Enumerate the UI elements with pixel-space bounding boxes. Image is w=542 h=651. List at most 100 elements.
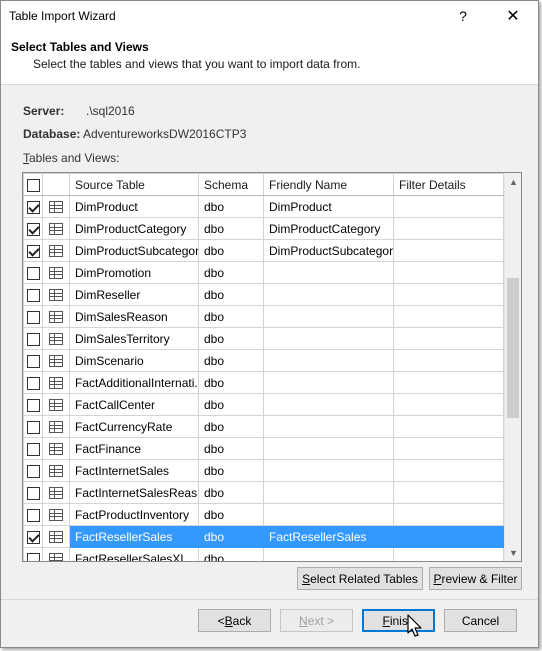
scrollbar-thumb[interactable] [507, 278, 519, 418]
source-table-cell[interactable]: FactProductInventory [69, 503, 199, 526]
row-checkbox[interactable] [26, 200, 40, 214]
row-checkbox[interactable] [26, 486, 40, 500]
finish-button[interactable]: Finish [362, 609, 435, 632]
grid-vertical-scrollbar[interactable]: ▲ ▼ [504, 173, 521, 561]
schema-cell[interactable]: dbo [198, 547, 264, 561]
filter-details-cell[interactable] [393, 437, 504, 460]
friendly-name-cell[interactable]: FactResellerSales [263, 525, 394, 548]
schema-cell[interactable]: dbo [198, 283, 264, 306]
source-table-cell[interactable]: DimPromotion [69, 261, 199, 284]
row-checkbox-cell[interactable] [23, 283, 43, 306]
row-checkbox[interactable] [26, 464, 40, 478]
filter-details-cell[interactable] [393, 283, 504, 306]
table-row[interactable]: DimProduct dbo DimProduct [23, 195, 504, 218]
filter-details-cell[interactable] [393, 503, 504, 526]
source-table-cell[interactable]: DimProductCategory [69, 217, 199, 240]
table-row[interactable]: FactCallCenter dbo [23, 393, 504, 416]
schema-cell[interactable]: dbo [198, 239, 264, 262]
filter-details-cell[interactable] [393, 371, 504, 394]
row-checkbox[interactable] [26, 420, 40, 434]
schema-cell[interactable]: dbo [198, 217, 264, 240]
table-row[interactable]: FactInternetSalesReas... dbo [23, 481, 504, 504]
row-checkbox-cell[interactable] [23, 349, 43, 372]
next-button[interactable]: Next > [280, 609, 353, 632]
filter-details-cell[interactable] [393, 261, 504, 284]
friendly-name-cell[interactable]: DimProduct [263, 195, 394, 218]
schema-cell[interactable]: dbo [198, 305, 264, 328]
column-header-source-table[interactable]: Source Table [69, 173, 199, 196]
row-checkbox-cell[interactable] [23, 525, 43, 548]
friendly-name-cell[interactable] [263, 349, 394, 372]
row-checkbox[interactable] [26, 244, 40, 258]
select-all-checkbox[interactable] [26, 178, 40, 192]
friendly-name-cell[interactable] [263, 415, 394, 438]
row-checkbox-cell[interactable] [23, 459, 43, 482]
source-table-cell[interactable]: DimProduct [69, 195, 199, 218]
friendly-name-cell[interactable]: DimProductSubcategory [263, 239, 394, 262]
scroll-up-icon[interactable]: ▲ [505, 173, 521, 190]
select-all-checkbox-header[interactable] [23, 173, 43, 196]
row-checkbox-cell[interactable] [23, 305, 43, 328]
row-checkbox-cell[interactable] [23, 481, 43, 504]
source-table-cell[interactable]: FactInternetSalesReas... [69, 481, 199, 504]
schema-cell[interactable]: dbo [198, 525, 264, 548]
row-checkbox-cell[interactable] [23, 327, 43, 350]
schema-cell[interactable]: dbo [198, 327, 264, 350]
schema-cell[interactable]: dbo [198, 261, 264, 284]
row-checkbox[interactable] [26, 288, 40, 302]
schema-cell[interactable]: dbo [198, 195, 264, 218]
table-row[interactable]: FactProductInventory dbo [23, 503, 504, 526]
row-checkbox[interactable] [26, 552, 40, 561]
row-checkbox-cell[interactable] [23, 195, 43, 218]
row-checkbox-cell[interactable] [23, 437, 43, 460]
row-checkbox[interactable] [26, 508, 40, 522]
friendly-name-cell[interactable] [263, 459, 394, 482]
help-icon[interactable]: ? [452, 5, 474, 27]
select-related-tables-button[interactable]: Select Related Tables [297, 567, 423, 590]
table-row[interactable]: DimSalesReason dbo [23, 305, 504, 328]
schema-cell[interactable]: dbo [198, 437, 264, 460]
friendly-name-cell[interactable] [263, 261, 394, 284]
source-table-cell[interactable]: DimSalesTerritory [69, 327, 199, 350]
schema-cell[interactable]: dbo [198, 371, 264, 394]
table-row[interactable]: FactAdditionalInternati... dbo [23, 371, 504, 394]
row-checkbox[interactable] [26, 376, 40, 390]
schema-cell[interactable]: dbo [198, 349, 264, 372]
source-table-cell[interactable]: DimProductSubcategory [69, 239, 199, 262]
row-checkbox-cell[interactable] [23, 503, 43, 526]
source-table-cell[interactable]: FactCallCenter [69, 393, 199, 416]
source-table-cell[interactable]: FactResellerSalesXL [69, 547, 199, 561]
friendly-name-cell[interactable]: DimProductCategory [263, 217, 394, 240]
filter-details-cell[interactable] [393, 525, 504, 548]
table-row[interactable]: FactFinance dbo [23, 437, 504, 460]
row-checkbox[interactable] [26, 310, 40, 324]
row-checkbox[interactable] [26, 530, 40, 544]
row-checkbox-cell[interactable] [23, 371, 43, 394]
source-table-cell[interactable]: FactAdditionalInternati... [69, 371, 199, 394]
column-header-schema[interactable]: Schema [198, 173, 264, 196]
schema-cell[interactable]: dbo [198, 459, 264, 482]
back-button[interactable]: < Back [198, 609, 271, 632]
row-checkbox-cell[interactable] [23, 239, 43, 262]
table-row[interactable]: FactResellerSalesXL dbo [23, 547, 504, 561]
friendly-name-cell[interactable] [263, 283, 394, 306]
source-table-cell[interactable]: FactResellerSales [69, 525, 199, 548]
table-row[interactable]: FactInternetSales dbo [23, 459, 504, 482]
table-row[interactable]: DimSalesTerritory dbo [23, 327, 504, 350]
row-checkbox[interactable] [26, 332, 40, 346]
filter-details-cell[interactable] [393, 415, 504, 438]
schema-cell[interactable]: dbo [198, 481, 264, 504]
friendly-name-cell[interactable] [263, 393, 394, 416]
filter-details-cell[interactable] [393, 327, 504, 350]
row-checkbox[interactable] [26, 222, 40, 236]
column-header-filter-details[interactable]: Filter Details [393, 173, 504, 196]
close-icon[interactable]: ✕ [502, 5, 524, 27]
filter-details-cell[interactable] [393, 547, 504, 561]
source-table-cell[interactable]: DimScenario [69, 349, 199, 372]
row-checkbox-cell[interactable] [23, 261, 43, 284]
table-row[interactable]: FactResellerSales dbo FactResellerSales [23, 525, 504, 548]
cancel-button[interactable]: Cancel [444, 609, 517, 632]
filter-details-cell[interactable] [393, 239, 504, 262]
friendly-name-cell[interactable] [263, 437, 394, 460]
table-row[interactable]: DimScenario dbo [23, 349, 504, 372]
